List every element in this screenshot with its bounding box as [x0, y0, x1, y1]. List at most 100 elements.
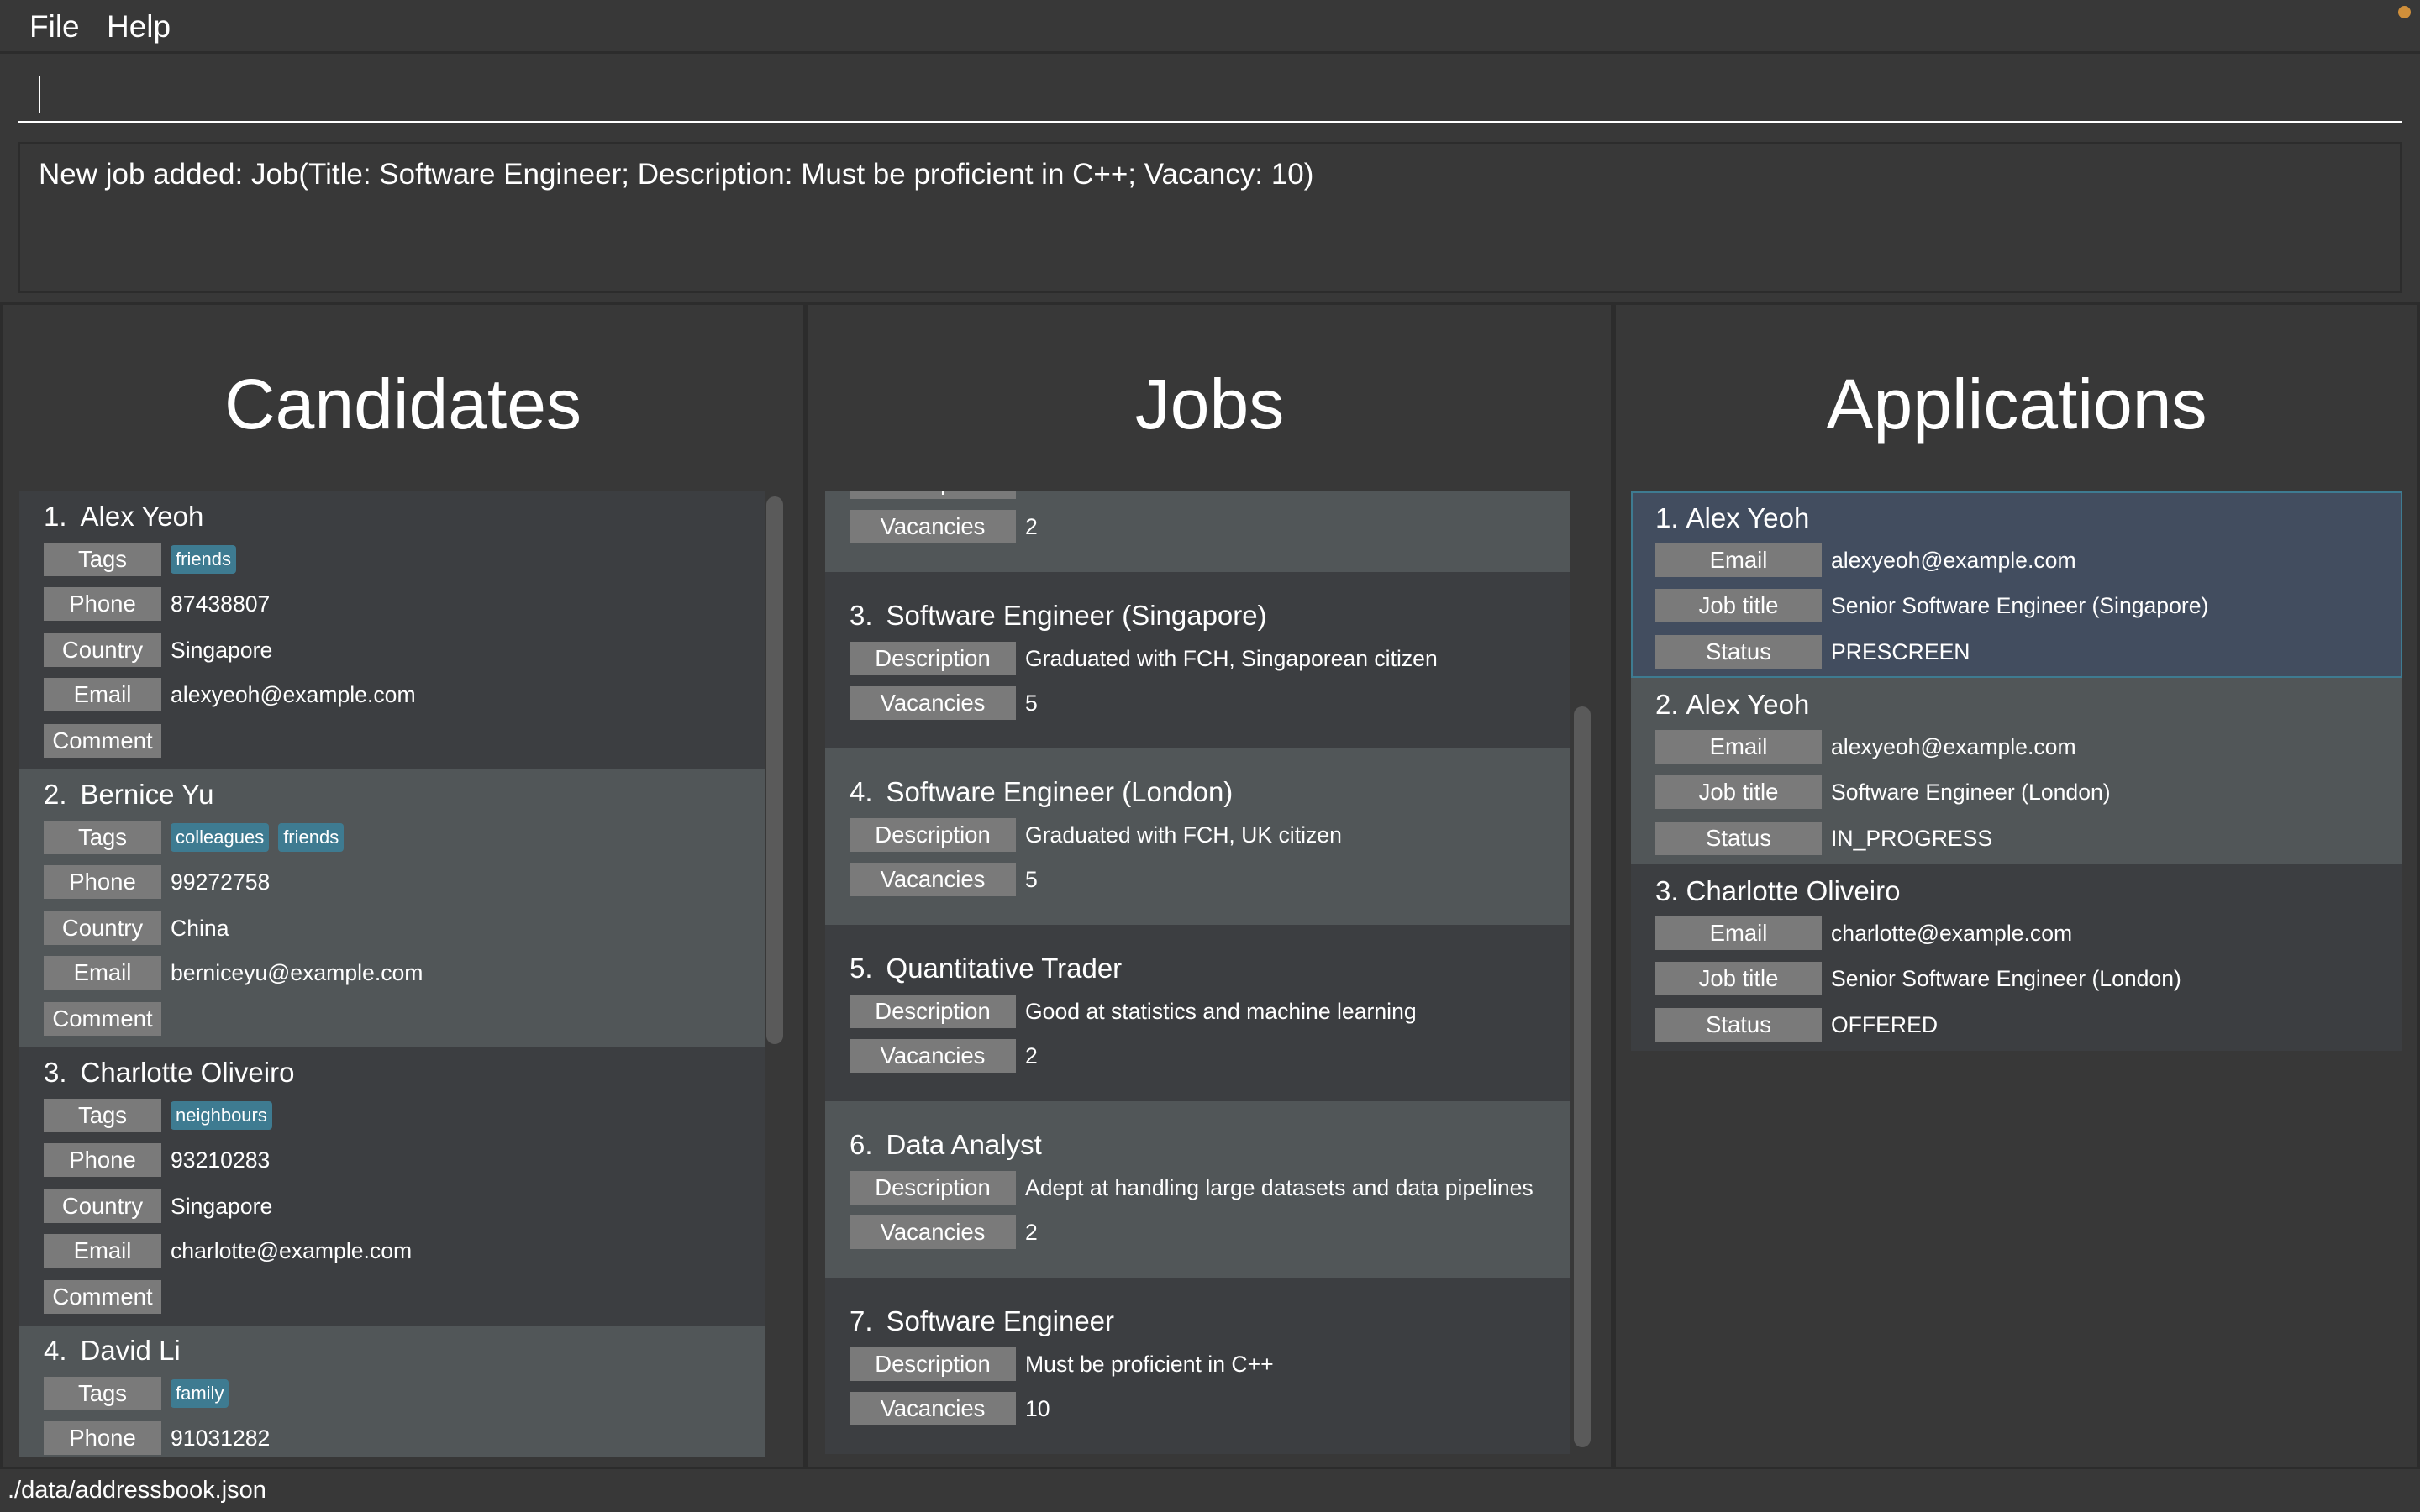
vacancies-row-label: Vacancies [850, 686, 1016, 720]
candidate-name-text: Alex Yeoh [80, 501, 204, 532]
status-row-value: IN_PROGRESS [1831, 825, 1993, 851]
application-card[interactable]: 3. Charlotte Oliveiro Email charlotte@examp… [1631, 864, 2402, 1051]
job-title-text: Software Engineer (London) [886, 776, 1234, 807]
vacancies-row-value: 5 [1025, 690, 1038, 716]
country-row: Country Singapore [44, 633, 272, 667]
application-index: 1. [1655, 502, 1679, 533]
vacancies-row: Vacancies 2 [850, 510, 1038, 543]
status-row-value: PRESCREEN [1831, 638, 1970, 664]
description-row-label: Description [850, 642, 1016, 675]
job-card[interactable]: 3. Software Engineer (Singapore) Descripti… [825, 572, 1570, 748]
jobs-scrollbar[interactable] [1574, 706, 1591, 1447]
tags-row-label: Tags [44, 821, 161, 854]
job-card[interactable]: 4. Software Engineer (London) Description G… [825, 748, 1570, 925]
job-title-text: Quantitative Trader [886, 953, 1123, 984]
status-row-label: Status [1655, 822, 1822, 855]
application-card[interactable]: 2. Alex Yeoh Email alexyeoh@example.com Job … [1631, 678, 2402, 864]
comment-row: Comment [44, 1280, 171, 1314]
result-text: New job added: Job(Title: Software Engin… [39, 158, 1314, 191]
vacancies-row-value: 5 [1025, 866, 1038, 892]
candidate-card[interactable]: 1. Alex Yeoh Tags friends Phone 87438807 Count… [19, 491, 765, 769]
job-card[interactable]: 6. Data Analyst Description Adept at handli… [825, 1101, 1570, 1278]
phone-row-value: 91031282 [171, 1425, 271, 1451]
jobs-panel: Jobs Description Vacancies 2 3. Software Eng… [806, 302, 1613, 1469]
email-row-value: alexyeoh@example.com [1831, 733, 2076, 759]
country-row-value: China [171, 915, 229, 941]
job-title: 4. Software Engineer (London) [850, 776, 1233, 808]
email-row-label: Email [44, 678, 161, 711]
applications-panel: Applications 1. Alex Yeoh Email alexyeoh@ex… [1613, 302, 2420, 1469]
tags-row-label: Tags [44, 1377, 161, 1410]
application-name-text: Alex Yeoh [1686, 502, 1810, 533]
candidate-index: 2. [44, 779, 67, 810]
country-row-label: Country [44, 633, 161, 667]
vacancies-row-value: 10 [1025, 1395, 1050, 1421]
description-row-label: Description [850, 995, 1016, 1028]
description-row: Description Good at statistics and machin… [850, 995, 1417, 1028]
email-row-value: berniceyu@example.com [171, 959, 424, 985]
status-row: Status OFFERED [1655, 1008, 1938, 1042]
tags-row-label: Tags [44, 1099, 161, 1132]
command-box [0, 55, 2420, 139]
job-title-row-value: Senior Software Engineer (Singapore) [1831, 592, 2209, 618]
vacancies-row-label: Vacancies [850, 1215, 1016, 1249]
phone-row-label: Phone [44, 1421, 161, 1455]
jobs-title: Jobs [1134, 365, 1285, 444]
candidate-name: 2. Bernice Yu [44, 779, 214, 811]
candidates-scrollbar[interactable] [766, 496, 783, 1044]
phone-row-label: Phone [44, 587, 161, 621]
country-row-label: Country [44, 911, 161, 945]
description-row-label: Description [850, 1347, 1016, 1381]
command-input[interactable] [18, 68, 2402, 123]
email-row: Email charlotte@example.com [1655, 916, 2072, 950]
application-name-text: Alex Yeoh [1686, 689, 1810, 720]
comment-row: Comment [44, 724, 171, 758]
application-name: 2. Alex Yeoh [1655, 689, 1809, 721]
job-title-text: Data Analyst [886, 1129, 1042, 1160]
job-title-row-value: Senior Software Engineer (London) [1831, 965, 2181, 991]
application-card[interactable]: 1. Alex Yeoh Email alexyeoh@example.com Job … [1631, 491, 2402, 678]
job-card[interactable]: Description Vacancies 2 [825, 491, 1570, 572]
country-row: Country China [44, 911, 229, 945]
job-title-row: Job title Senior Software Engineer (Singa… [1655, 589, 2208, 622]
vacancies-row: Vacancies 5 [850, 863, 1038, 896]
menu-bar: File Help [0, 0, 2420, 54]
applications-list: 1. Alex Yeoh Email alexyeoh@example.com Job … [1631, 491, 2402, 1051]
email-row: Email berniceyu@example.com [44, 956, 423, 990]
email-row-value: charlotte@example.com [171, 1237, 413, 1263]
application-index: 2. [1655, 689, 1679, 720]
menu-file[interactable]: File [29, 9, 80, 45]
vacancies-row-label: Vacancies [850, 1039, 1016, 1073]
candidate-name-text: Charlotte Oliveiro [80, 1057, 295, 1088]
candidate-card[interactable]: 4. David Li Tags family Phone 91031282 [19, 1326, 765, 1457]
status-row: Status PRESCREEN [1655, 635, 1970, 669]
candidate-card[interactable]: 2. Bernice Yu Tags colleagues friends Phone 99… [19, 769, 765, 1047]
application-index: 3. [1655, 875, 1679, 906]
jobs-list: Description Vacancies 2 3. Software Engineer… [825, 491, 1570, 1454]
application-name: 3. Charlotte Oliveiro [1655, 875, 1900, 907]
vacancies-row-label: Vacancies [850, 510, 1016, 543]
menu-help[interactable]: Help [107, 9, 171, 45]
job-card[interactable]: 5. Quantitative Trader Description Good at … [825, 925, 1570, 1101]
email-row-value: alexyeoh@example.com [171, 681, 416, 707]
job-title-row: Job title Senior Software Engineer (Londo… [1655, 962, 2181, 995]
candidate-name: 1. Alex Yeoh [44, 501, 203, 533]
job-index: 5. [850, 953, 873, 984]
candidates-title: Candidates [224, 365, 581, 444]
email-row-label: Email [1655, 730, 1822, 764]
job-title-row: Job title Software Engineer (London) [1655, 775, 2111, 809]
status-row-label: Status [1655, 1008, 1822, 1042]
job-card[interactable]: 7. Software Engineer Description Must be pr… [825, 1278, 1570, 1454]
country-row: Country Singapore [44, 1189, 272, 1223]
email-row: Email alexyeoh@example.com [1655, 730, 2076, 764]
email-row: Email charlotte@example.com [44, 1234, 412, 1268]
description-row: Description [850, 491, 1025, 499]
phone-row-label: Phone [44, 865, 161, 899]
description-row-value: Graduated with FCH, UK citizen [1025, 822, 1342, 848]
phone-row: Phone 93210283 [44, 1143, 270, 1177]
candidate-index: 1. [44, 501, 67, 532]
candidate-name: 4. David Li [44, 1335, 181, 1367]
country-row-value: Singapore [171, 637, 273, 663]
vacancies-row-value: 2 [1025, 1219, 1038, 1245]
candidate-card[interactable]: 3. Charlotte Oliveiro Tags neighbours Phone 9… [19, 1047, 765, 1326]
